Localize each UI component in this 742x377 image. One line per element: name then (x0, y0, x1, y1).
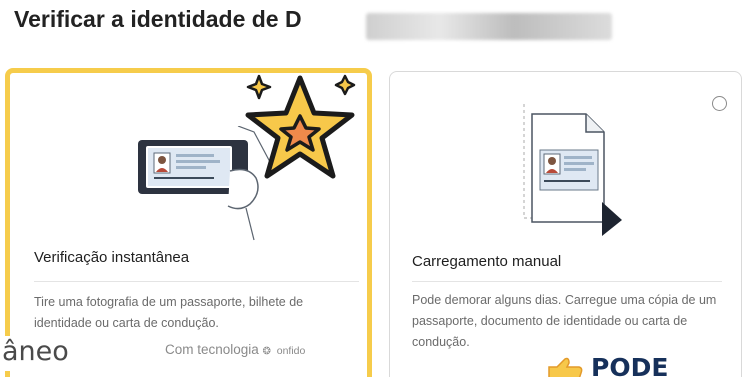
option-title-instant: Verificação instantânea (34, 249, 190, 266)
powered-label: Com tecnologia (165, 342, 259, 357)
divider (34, 281, 359, 282)
page-title: Verificar a identidade de D (14, 6, 302, 32)
overlay-caption-fragment: âneo (0, 336, 75, 371)
thumbs-up-icon (548, 357, 583, 377)
powered-by: Com tecnologia ❂ onfido (165, 342, 305, 357)
radio-manual[interactable] (712, 96, 727, 111)
document-upload-icon (523, 104, 622, 236)
option-title-manual: Carregamento manual (412, 253, 562, 270)
option-card-instant[interactable]: Verificação instantânea Tire uma fotogra… (5, 68, 372, 377)
page: Verificar a identidade de D Verificação … (0, 0, 742, 377)
onfido-logo-icon: ❂ (262, 346, 271, 357)
option-description-manual: Pode demorar alguns dias. Carregue uma c… (412, 293, 717, 349)
redacted-name-blur (366, 13, 612, 40)
option-description-instant: Tire uma fotografia de um passaporte, bi… (34, 295, 304, 330)
powered-brand: onfido (276, 345, 306, 357)
divider (412, 281, 722, 282)
option-card-manual[interactable]: Carregamento manual Pode demorar alguns … (389, 71, 742, 377)
star-icon (245, 74, 356, 179)
